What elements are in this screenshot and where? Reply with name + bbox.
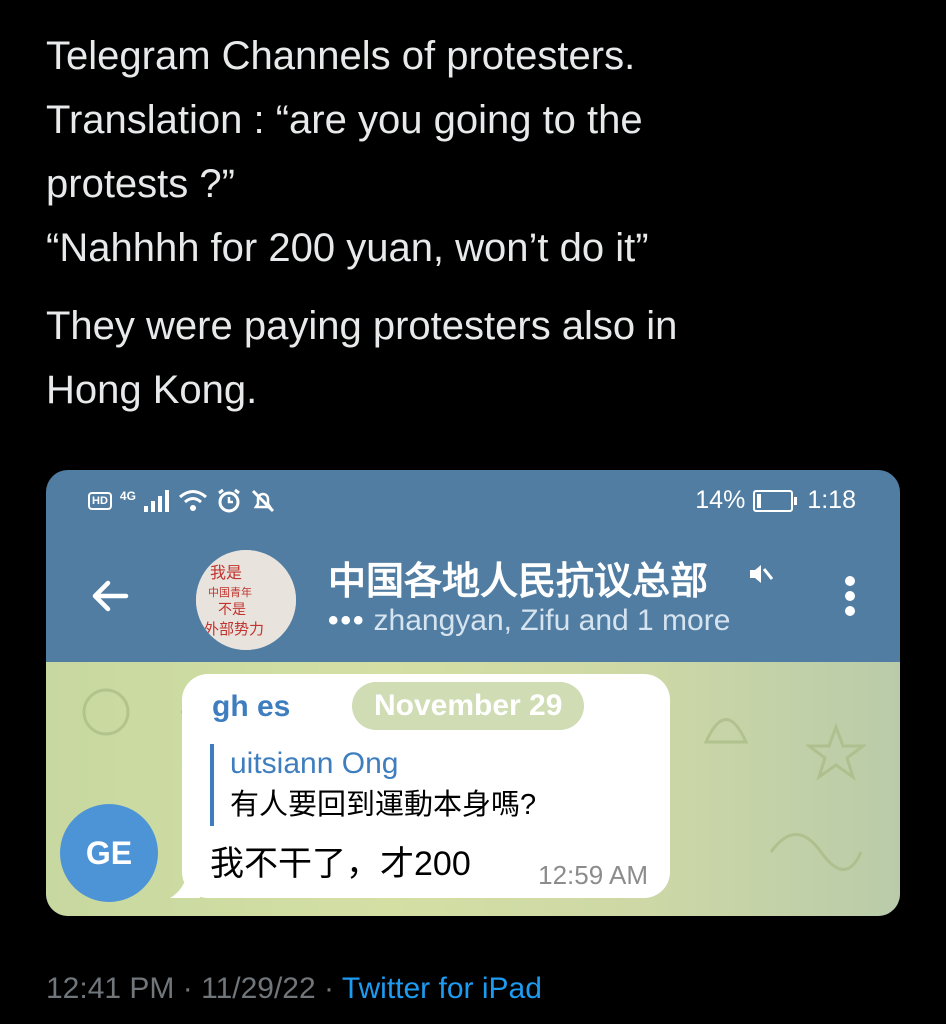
tweet-time[interactable]: 12:41 PM [46, 972, 174, 1005]
status-clock: 1:18 [807, 486, 856, 514]
sender-avatar[interactable]: GE [60, 804, 158, 902]
tweet-source-link[interactable]: Twitter for iPad [342, 972, 542, 1005]
more-options-icon[interactable] [840, 576, 860, 620]
background-doodle-icon [82, 688, 130, 736]
signal-icon [143, 490, 169, 512]
battery-fill [757, 493, 762, 508]
star-doodle-icon [806, 722, 866, 781]
tweet-media-screenshot[interactable]: HD 4G 14% 1:18 我是 中国青年 不是 外部势力 中国各地人民抗议总… [46, 470, 900, 916]
hd-icon: HD [88, 492, 112, 510]
back-arrow-icon[interactable] [86, 572, 134, 620]
tweet-line: “Nahhhh for 200 yuan, won’t do it” [46, 226, 649, 270]
network-type: 4G [119, 489, 136, 503]
status-left: HD 4G [88, 488, 276, 514]
avatar-line: 不是 [218, 602, 246, 618]
tweet-paragraph-2: They were paying protesters also in Hong… [46, 294, 906, 422]
chat-header: 我是 中国青年 不是 外部势力 中国各地人民抗议总部 ••• zhangyan, … [46, 532, 900, 662]
avatar-line: 我是 [210, 563, 242, 582]
tweet-line: Telegram Channels of protesters. [46, 34, 636, 78]
background-doodle-icon [703, 718, 749, 744]
message-time: 12:59 AM [538, 860, 648, 890]
status-right: 14% 1:18 [695, 486, 856, 515]
notifications-off-icon [251, 489, 274, 513]
battery-charging-icon [753, 489, 798, 512]
wifi-icon [178, 490, 207, 511]
tweet-line: Hong Kong. [46, 368, 258, 412]
tweet-paragraph-1: Telegram Channels of protesters. Transla… [46, 24, 906, 280]
reply-quote[interactable]: uitsiann Ong 有人要回到運動本身嗎? [210, 744, 536, 826]
tweet-date[interactable]: 11/29/22 [201, 972, 316, 1005]
meta-separator: · [324, 972, 335, 1005]
reply-sender-name: uitsiann Ong [230, 747, 399, 780]
alarm-icon [218, 488, 240, 513]
chat-title[interactable]: 中国各地人民抗议总部 [328, 550, 748, 605]
tweet-text: Telegram Channels of protesters. Transla… [46, 24, 906, 436]
tweet-line: Translation : “are you going to the [46, 98, 643, 142]
avatar-line: 外部势力 [204, 620, 264, 638]
message-sender-name[interactable]: gh es [212, 690, 290, 724]
message-bubble[interactable]: gh es November 29 uitsiann Ong 有人要回到運動本身… [182, 674, 670, 898]
chat-subtitle: ••• zhangyan, Zifu and 1 more [328, 604, 730, 638]
date-pill: November 29 [352, 682, 585, 730]
typing-indicator: ••• [328, 604, 366, 637]
meta-separator: · [182, 972, 193, 1005]
background-doodle-icon [769, 833, 863, 871]
mute-icon [750, 565, 774, 583]
phone-status-bar: HD 4G 14% 1:18 [46, 470, 900, 532]
reply-text: 有人要回到運動本身嗎? [230, 789, 537, 821]
battery-percent: 14% [695, 486, 746, 514]
channel-avatar[interactable]: 我是 中国青年 不是 外部势力 [196, 550, 296, 650]
avatar-image: 我是 中国青年 不是 外部势力 [196, 550, 296, 650]
tweet-metadata: 12:41 PM · 11/29/22 · Twitter for iPad [46, 972, 542, 1006]
tweet-line: They were paying protesters also in [46, 304, 678, 348]
chat-background: GE gh es November 29 uitsiann Ong 有人要回到運… [46, 662, 900, 916]
members-typing: zhangyan, Zifu and 1 more [373, 604, 731, 637]
message-text: 我不干了，才200 [210, 845, 471, 883]
avatar-line: 中国青年 [208, 585, 252, 599]
tweet-line: protests ?” [46, 162, 235, 206]
